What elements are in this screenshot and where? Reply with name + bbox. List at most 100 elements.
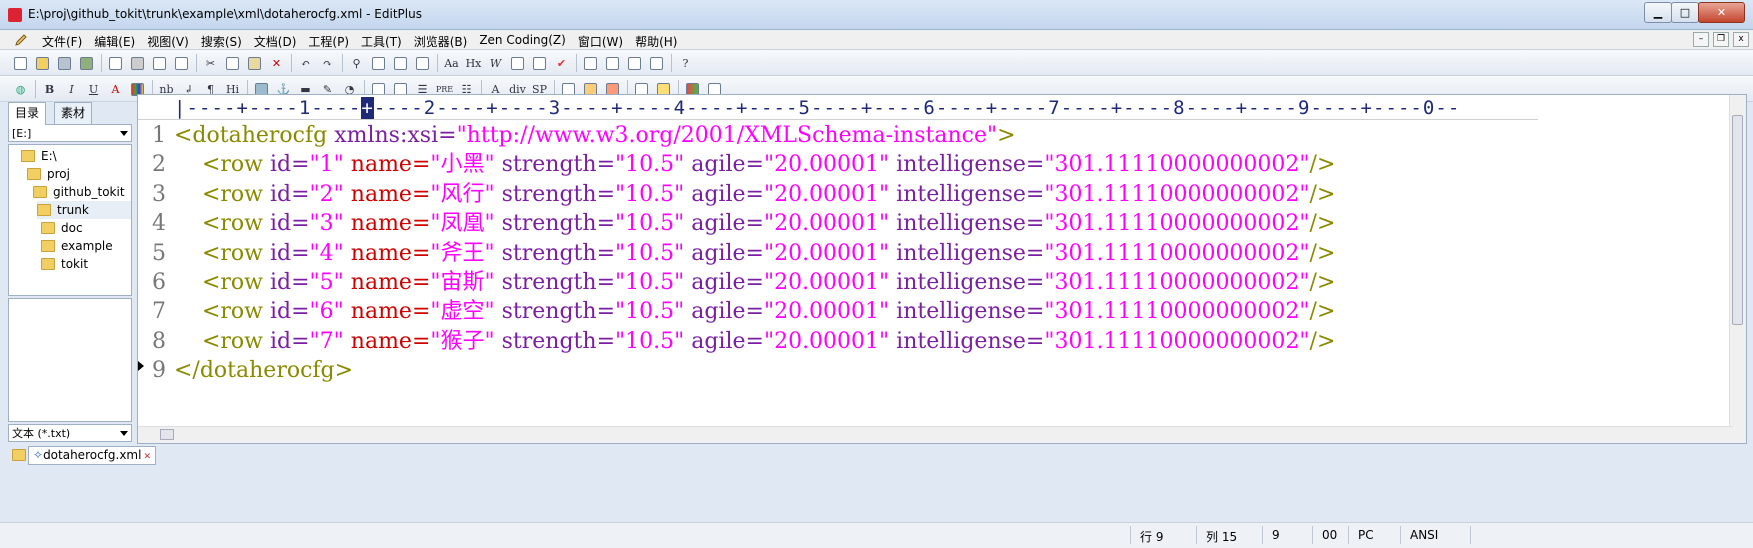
menu-bar: 文件(F) 编辑(E) 视图(V) 搜索(S) 文档(D) 工程(P) 工具(T…: [0, 30, 1753, 50]
menu-tools[interactable]: 工具(T): [355, 32, 408, 51]
word-wrap-icon[interactable]: W: [487, 55, 504, 72]
tree-item-tokit[interactable]: tokit: [41, 255, 88, 273]
goto-icon[interactable]: [414, 55, 431, 72]
doc-restore-button[interactable]: ❐: [1713, 32, 1729, 47]
replace-icon[interactable]: [370, 55, 387, 72]
view-3-icon[interactable]: [626, 55, 643, 72]
undo-icon[interactable]: ↶: [297, 55, 314, 72]
window-title: E:\proj\github_tokit\trunk\example\xml\d…: [28, 7, 422, 21]
line-number: 5: [152, 240, 166, 266]
bold-icon[interactable]: B: [41, 81, 58, 98]
paste-icon[interactable]: [246, 55, 263, 72]
doc-minimize-button[interactable]: –: [1693, 32, 1709, 47]
line-number: 2: [152, 152, 166, 178]
vertical-scrollbar[interactable]: [1729, 95, 1746, 443]
menu-view[interactable]: 视图(V): [141, 32, 195, 51]
maximize-button[interactable]: □: [1671, 2, 1699, 23]
globe-icon[interactable]: ◍: [12, 81, 29, 98]
folder-icon: [41, 240, 55, 252]
ruler-icon[interactable]: [531, 55, 548, 72]
print-icon[interactable]: [129, 55, 146, 72]
code-line: <row id="3" name="凤凰" strength="10.5" ag…: [174, 211, 1336, 237]
underline-icon[interactable]: U: [85, 81, 102, 98]
view-1-icon[interactable]: [582, 55, 599, 72]
chevron-down-icon: [120, 431, 128, 436]
code-line: <row id="4" name="斧王" strength="10.5" ag…: [174, 240, 1336, 266]
menu-project[interactable]: 工程(P): [302, 32, 355, 51]
tab-clips[interactable]: 素材: [54, 102, 93, 124]
horizontal-scrollbar[interactable]: [138, 426, 1732, 443]
new-file-icon[interactable]: [12, 55, 29, 72]
close-button[interactable]: ✕: [1698, 2, 1745, 23]
find-icon[interactable]: ⚲: [348, 55, 365, 72]
view-4-icon[interactable]: [648, 55, 665, 72]
line-number: 6: [152, 269, 166, 295]
tree-item-e[interactable]: E:\: [21, 147, 57, 165]
tree-item-github-tokit[interactable]: github_tokit: [33, 183, 125, 201]
menu-file[interactable]: 文件(F): [36, 32, 88, 51]
tab-close-icon[interactable]: ✕: [143, 452, 151, 462]
menu-browser[interactable]: 浏览器(B): [408, 32, 474, 51]
font-size-icon[interactable]: Aa: [443, 55, 460, 72]
drive-select[interactable]: [E:]: [8, 124, 132, 142]
modified-mark-icon: ✧: [33, 448, 44, 462]
delete-icon[interactable]: ✕: [268, 55, 285, 72]
menu-window[interactable]: 窗口(W): [572, 32, 629, 51]
cut-icon[interactable]: ✂: [202, 55, 219, 72]
line-number: 4: [152, 211, 166, 237]
italic-icon[interactable]: I: [63, 81, 80, 98]
minimize-button[interactable]: ▁: [1644, 2, 1672, 23]
standard-toolbar: ✂ ✕ ↶ ↷ ⚲ Aa Hx W ✔ ?: [0, 50, 1753, 76]
font-color-icon[interactable]: A: [107, 81, 124, 98]
line-number-gutter: 1 2 3 4 5 6 7 8 9: [138, 121, 168, 386]
status-row: 行 9: [1140, 530, 1164, 544]
folder-icon: [27, 168, 41, 180]
folder-tree: E:\ proj github_tokit trunk doc example …: [8, 144, 132, 296]
file-list[interactable]: [8, 298, 132, 422]
tab-dotaherocfg[interactable]: ✧dotaherocfg.xml ✕: [28, 446, 157, 465]
line-number: 3: [152, 181, 166, 207]
line-number: 8: [152, 328, 166, 354]
folder-open-icon: [37, 204, 51, 216]
browser-view-icon[interactable]: [173, 55, 190, 72]
view-2-icon[interactable]: [604, 55, 621, 72]
pen-icon: [15, 34, 27, 46]
menu-document[interactable]: 文档(D): [248, 32, 303, 51]
line-number-icon[interactable]: [509, 55, 526, 72]
tree-item-example[interactable]: example: [41, 237, 113, 255]
hex-icon[interactable]: Hx: [465, 55, 482, 72]
check-icon[interactable]: ✔: [553, 55, 570, 72]
save-all-icon[interactable]: [78, 55, 95, 72]
scroll-thumb[interactable]: [1732, 115, 1743, 325]
scroll-thumb[interactable]: [160, 429, 174, 440]
menu-help[interactable]: 帮助(H): [629, 32, 683, 51]
editor-area[interactable]: |----+----1----+----2----+----3----+----…: [137, 94, 1747, 444]
file-filter-select[interactable]: 文本 (*.txt): [8, 424, 132, 442]
save-icon[interactable]: [56, 55, 73, 72]
chevron-down-icon: [120, 131, 128, 136]
tab-directory[interactable]: 目录: [8, 102, 47, 125]
open-folder-icon[interactable]: [34, 55, 51, 72]
doc-close-button[interactable]: x: [1733, 32, 1749, 47]
help-icon[interactable]: ?: [677, 55, 694, 72]
copy-icon[interactable]: [224, 55, 241, 72]
status-line-ending: PC: [1358, 528, 1374, 542]
tree-item-trunk[interactable]: trunk: [37, 201, 131, 219]
menu-edit[interactable]: 编辑(E): [88, 32, 141, 51]
tree-item-doc[interactable]: doc: [41, 219, 83, 237]
directory-panel: 目录 素材 [E:] E:\ proj github_tokit trunk d…: [8, 102, 134, 464]
folder-icon: [41, 222, 55, 234]
code-line: <row id="2" name="风行" strength="10.5" ag…: [174, 181, 1336, 207]
ruler: |----+----1----+----2----+----3----+----…: [174, 97, 1461, 119]
find-in-files-icon[interactable]: [392, 55, 409, 72]
spellcheck-icon[interactable]: [151, 55, 168, 72]
menu-zen-coding[interactable]: Zen Coding(Z): [473, 32, 572, 51]
menu-search[interactable]: 搜索(S): [195, 32, 248, 51]
redo-icon[interactable]: ↷: [319, 55, 336, 72]
code-content: <dotaherocfg xmlns:xsi="http://www.w3.or…: [174, 121, 1335, 386]
print-preview-icon[interactable]: [107, 55, 124, 72]
status-encoding: ANSI: [1410, 528, 1439, 542]
folder-icon: [41, 258, 55, 270]
code-line: <row id="1" name="小黑" strength="10.5" ag…: [174, 152, 1336, 178]
tree-item-proj[interactable]: proj: [27, 165, 70, 183]
